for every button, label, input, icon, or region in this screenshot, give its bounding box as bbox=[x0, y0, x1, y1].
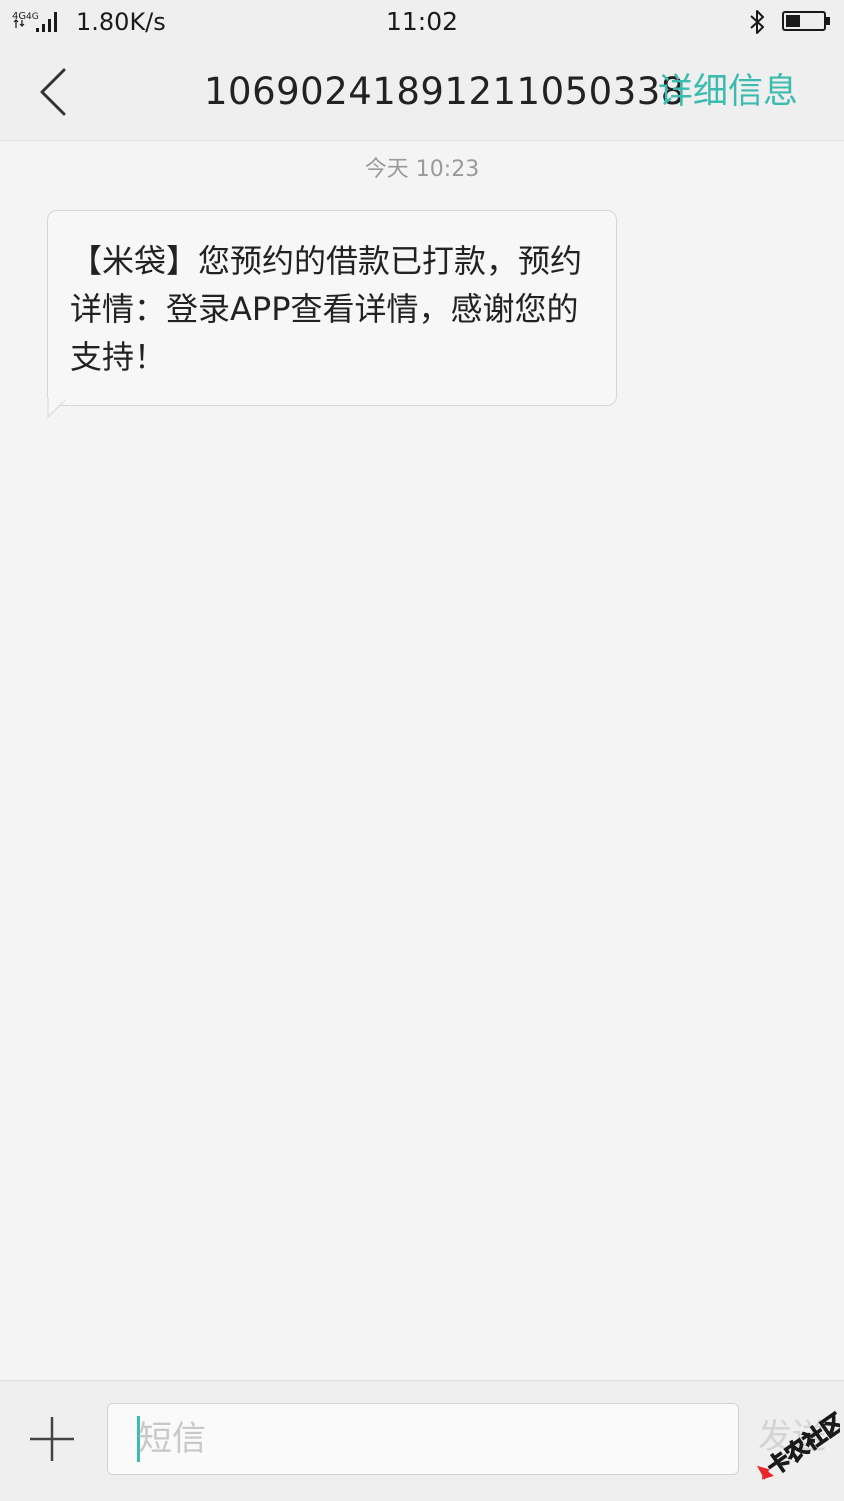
message-text: 【米袋】您预约的借款已打款，预约详情：登录APP查看详情，感谢您的支持！ bbox=[70, 242, 583, 376]
bubble-tail bbox=[47, 400, 66, 418]
clock: 11:02 bbox=[385, 7, 459, 36]
conversation-header: 10690241891211050338 详细信息 bbox=[0, 44, 844, 141]
chevron-left-icon bbox=[40, 68, 66, 116]
plus-icon bbox=[30, 1417, 74, 1461]
watermark-logo: 卡农社区 bbox=[757, 1410, 840, 1481]
message-input[interactable] bbox=[138, 1404, 718, 1474]
bluetooth-icon bbox=[750, 10, 764, 34]
message-bubble[interactable]: 【米袋】您预约的借款已打款，预约详情：登录APP查看详情，感谢您的支持！ bbox=[47, 210, 617, 406]
svg-text:卡农社区: 卡农社区 bbox=[762, 1410, 840, 1481]
add-attachment-button[interactable] bbox=[24, 1411, 80, 1467]
back-button[interactable] bbox=[22, 64, 82, 120]
details-button[interactable]: 详细信息 bbox=[658, 68, 798, 116]
message-timestamp: 今天 10:23 bbox=[364, 157, 480, 182]
battery-icon bbox=[782, 11, 830, 31]
status-bar: 4G 4G 1.80K/s 11:02 bbox=[0, 0, 844, 44]
composer-bar: 发送 bbox=[0, 1380, 844, 1501]
message-input-box[interactable] bbox=[107, 1403, 739, 1475]
contact-number: 10690241891211050338 bbox=[204, 70, 685, 113]
